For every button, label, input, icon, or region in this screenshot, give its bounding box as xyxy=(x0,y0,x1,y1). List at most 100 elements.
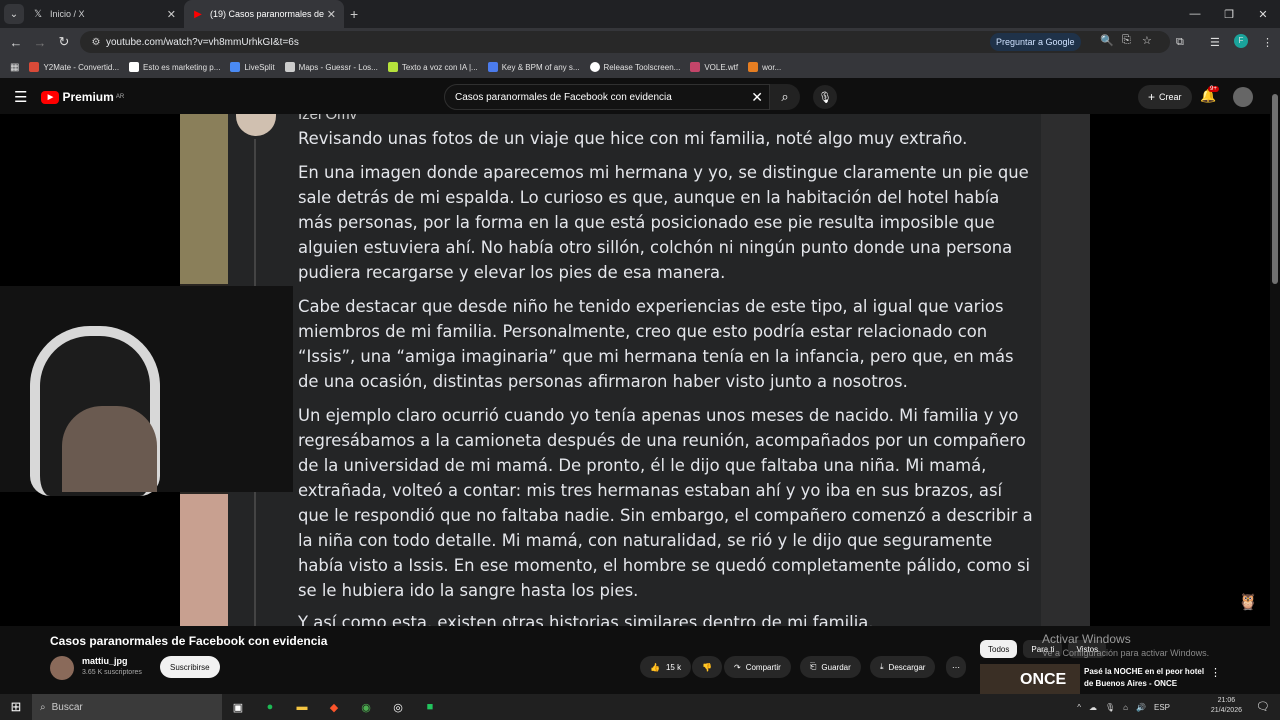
reload-icon[interactable]: ↻ xyxy=(52,34,76,50)
post-author-avatar xyxy=(236,114,276,136)
clock-time: 21:06 xyxy=(1217,697,1236,704)
youtube-logo[interactable]: ▶ Premium AR xyxy=(41,90,124,104)
share-button[interactable]: ↷ Compartir xyxy=(724,656,791,678)
scrollbar-thumb[interactable] xyxy=(1272,94,1278,284)
recommended-title[interactable]: Pasé la NOCHE en el peor hotel de Buenos… xyxy=(1084,666,1214,690)
bookmark-3[interactable]: Maps - Guessr - Los... xyxy=(284,62,378,72)
restore-icon[interactable]: ❐ xyxy=(1212,0,1246,28)
bookmark-8[interactable]: wor... xyxy=(748,62,781,72)
obs-icon[interactable]: ◎ xyxy=(382,701,414,714)
plus-icon: + xyxy=(1148,90,1156,104)
more-icon[interactable]: ⋮ xyxy=(1210,666,1221,679)
browser-toolbar: ← → ↻ ⚙ youtube.com/watch?v=vh8mmUrhkGI&… xyxy=(0,28,1280,56)
hamburger-menu-icon[interactable]: ☰ xyxy=(14,88,27,106)
account-avatar[interactable] xyxy=(1233,87,1253,107)
close-icon[interactable]: ✕ xyxy=(327,8,336,21)
create-button[interactable]: + Crear xyxy=(1138,85,1192,109)
post-paragraph: Cabe destacar que desde niño he tenido e… xyxy=(298,297,1014,391)
bookmark-icon: ⎗ xyxy=(810,662,817,671)
save-button[interactable]: ⎗ Guardar xyxy=(800,656,861,678)
windows-activation-subtitle: Ve a Configuración para activar Windows. xyxy=(1042,648,1210,658)
recommended-thumbnail[interactable]: ONCE xyxy=(980,664,1080,696)
bookmark-icon xyxy=(690,62,701,72)
windows-taskbar: ⊞ ⌕ Buscar ▣ ● ▬ ◆ ◉ ◎ ■ ^ ☁ 🎙 ⌂ 🔊 ESP 21… xyxy=(0,694,1280,720)
windows-start-icon[interactable]: ⊞ xyxy=(0,699,32,715)
tab-x[interactable]: 𝕏 Inicio / X ✕ xyxy=(24,0,184,28)
install-icon[interactable]: ⎘ xyxy=(1122,34,1131,47)
download-button[interactable]: ⤓ Descargar xyxy=(870,656,936,678)
ask-google-button[interactable]: Preguntar a Google xyxy=(990,33,1081,51)
reading-list-icon[interactable]: ☰ xyxy=(1210,36,1220,49)
taskbar-search-input[interactable]: ⌕ Buscar xyxy=(32,694,222,720)
extensions-icon[interactable]: ⧉ xyxy=(1176,36,1184,49)
thumbs-down-icon: 👎 xyxy=(702,662,712,672)
subscribe-button[interactable]: Suscribirse xyxy=(160,656,220,678)
dislike-button[interactable]: 👎 xyxy=(692,656,722,678)
bookmark-1[interactable]: Esto es marketing p... xyxy=(129,62,220,72)
mic-tray-icon[interactable]: 🎙 xyxy=(1105,703,1115,712)
voice-search-button[interactable]: 🎙 xyxy=(813,85,837,109)
app-green-icon[interactable]: ■ xyxy=(414,701,446,713)
post-paragraph: Un ejemplo claro ocurrió cuando yo tenía… xyxy=(298,406,1033,600)
search-button[interactable]: ⌕ xyxy=(770,84,800,110)
bookmark-5[interactable]: Key & BPM of any s... xyxy=(487,62,580,72)
streamer-hands xyxy=(62,406,157,492)
tab-search-button[interactable]: ⌄ xyxy=(4,4,24,24)
like-button[interactable]: 👍 15 k xyxy=(640,656,692,678)
bookmark-4[interactable]: Texto a voz con IA |... xyxy=(387,62,478,72)
clear-search-icon[interactable]: ✕ xyxy=(751,89,763,106)
forward-icon[interactable]: → xyxy=(28,35,52,50)
notification-center-icon[interactable]: 🗨 xyxy=(1256,700,1270,713)
address-bar[interactable]: ⚙ youtube.com/watch?v=vh8mmUrhkGI&t=6s P… xyxy=(80,31,1170,53)
profile-avatar[interactable]: F xyxy=(1234,34,1248,48)
chevron-up-icon[interactable]: ^ xyxy=(1077,703,1081,712)
bookmark-icon xyxy=(29,62,40,72)
blur-area xyxy=(180,114,228,284)
brave-icon[interactable]: ◆ xyxy=(318,701,350,714)
zoom-icon[interactable]: 🔍 xyxy=(1100,34,1114,47)
search-input[interactable]: Casos paranormales de Facebook con evide… xyxy=(444,84,770,110)
language-indicator[interactable]: ESP xyxy=(1154,703,1170,712)
bookmark-star-icon[interactable]: ☆ xyxy=(1142,34,1152,47)
menu-icon[interactable]: ⋮ xyxy=(1262,36,1273,49)
taskbar-clock[interactable]: 21:06 21/4/2026 xyxy=(1211,696,1242,716)
more-icon: ⋯ xyxy=(952,662,960,672)
chrome-icon[interactable]: ◉ xyxy=(350,701,382,714)
search-icon: ⌕ xyxy=(40,701,46,713)
bookmark-7[interactable]: VOLE.wtf xyxy=(690,62,738,72)
close-icon[interactable]: ✕ xyxy=(167,8,176,21)
page-scrollbar[interactable] xyxy=(1270,80,1280,694)
minimize-icon[interactable]: — xyxy=(1178,0,1212,28)
channel-watermark-icon: 🦉 xyxy=(1238,594,1258,611)
file-explorer-icon[interactable]: ▬ xyxy=(286,701,318,713)
webcam-overlay xyxy=(0,286,293,496)
facebook-post-screenshot: Izel Omv Revisando unas fotos de un viaj… xyxy=(228,114,1090,626)
new-tab-button[interactable]: + xyxy=(350,6,358,22)
post-side-panel xyxy=(1041,114,1090,626)
back-icon[interactable]: ← xyxy=(4,35,28,50)
network-icon[interactable]: ⌂ xyxy=(1123,703,1128,712)
task-view-icon[interactable]: ▣ xyxy=(222,701,254,714)
spotify-icon[interactable]: ● xyxy=(254,701,286,713)
site-info-icon[interactable]: ⚙ xyxy=(86,37,106,48)
post-paragraph: En una imagen donde aparecemos mi herman… xyxy=(298,163,1029,282)
bookmark-6[interactable]: Release Toolscreen... xyxy=(589,62,680,72)
bookmark-0[interactable]: Y2Mate - Convertid... xyxy=(29,62,119,72)
volume-icon[interactable]: 🔊 xyxy=(1136,703,1146,712)
post-paragraph: Y así como esta, existen otras historias… xyxy=(298,613,874,626)
bookmark-icon xyxy=(284,62,295,72)
tab-youtube[interactable]: ▶ (19) Casos paranormales de ✕ xyxy=(184,0,344,28)
bookmark-2[interactable]: LiveSplit xyxy=(230,62,275,72)
video-title: Casos paranormales de Facebook con evide… xyxy=(50,634,328,648)
channel-avatar[interactable] xyxy=(50,656,74,680)
video-player[interactable]: Izel Omv Revisando unas fotos de un viaj… xyxy=(0,114,1270,626)
bookmark-icon xyxy=(487,62,498,72)
notification-badge: 9+ xyxy=(1208,86,1219,92)
close-window-icon[interactable]: ✕ xyxy=(1246,0,1280,28)
more-actions-button[interactable]: ⋯ xyxy=(946,656,966,678)
cloud-icon[interactable]: ☁ xyxy=(1089,703,1097,712)
github-icon xyxy=(589,62,600,72)
chip-all[interactable]: Todos xyxy=(980,640,1018,658)
channel-name[interactable]: mattiu_jpg xyxy=(82,656,128,666)
apps-icon[interactable]: ▦ xyxy=(10,62,19,73)
